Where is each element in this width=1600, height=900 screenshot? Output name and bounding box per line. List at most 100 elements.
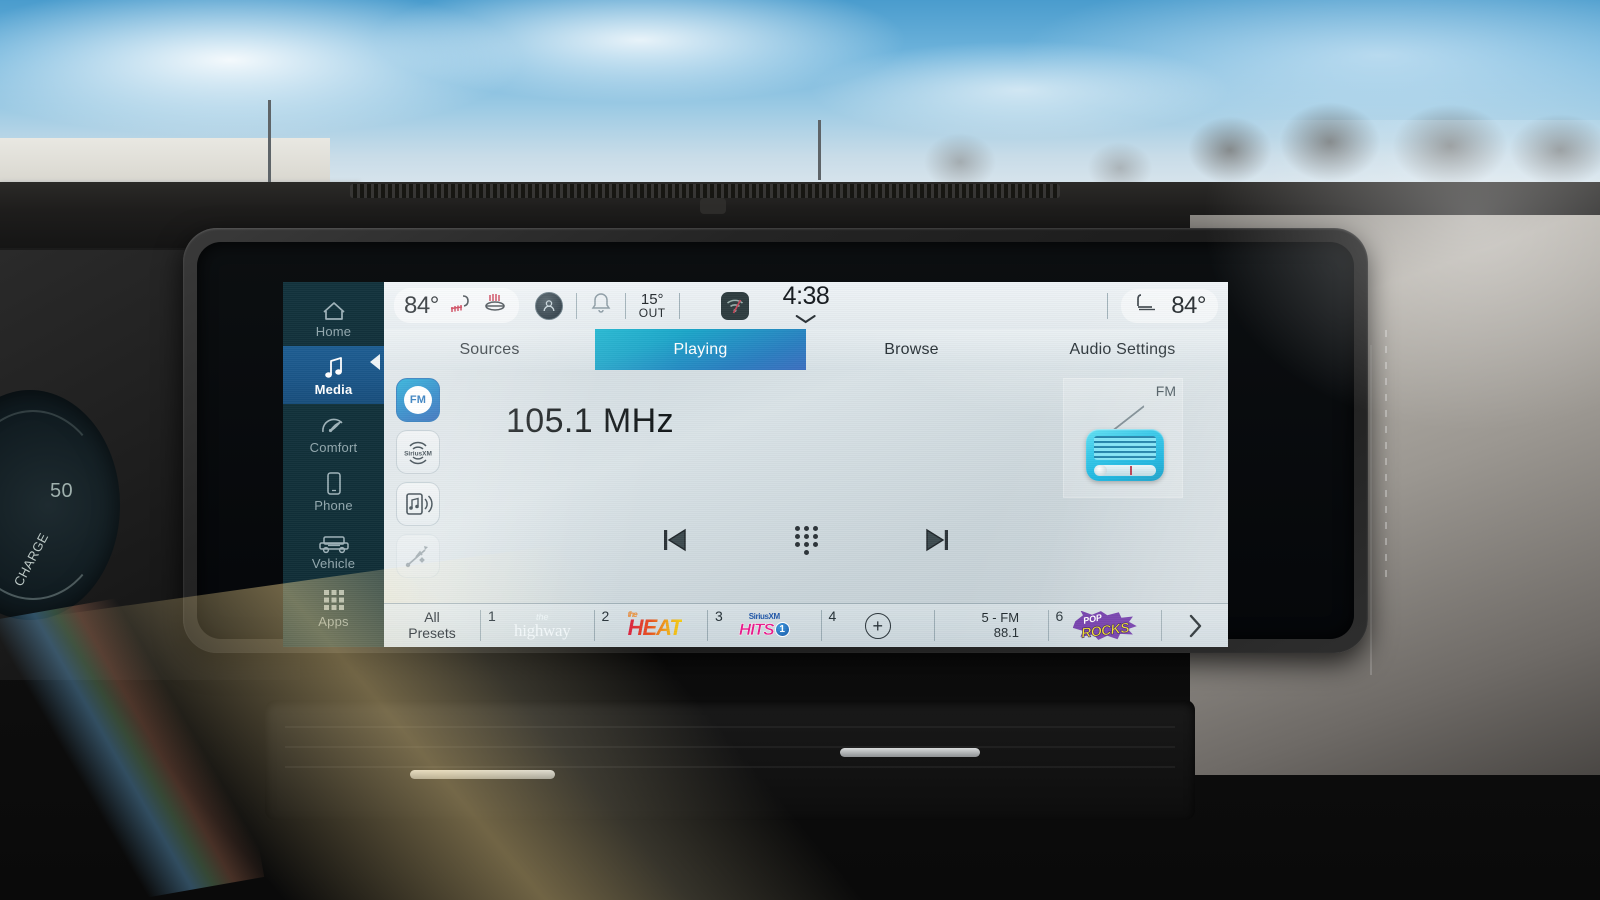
sidebar-item-vehicle[interactable]: Vehicle: [283, 520, 384, 578]
preset-4-empty[interactable]: 4 +: [822, 604, 935, 647]
tab-audio-settings[interactable]: Audio Settings: [1017, 329, 1228, 370]
light-pole: [818, 120, 821, 180]
defroster-center: [700, 198, 726, 214]
sidebar-item-apps[interactable]: Apps: [283, 578, 384, 636]
light-pole: [268, 100, 271, 185]
passenger-climate-area: 84°: [1094, 288, 1218, 323]
presets-next-page-button[interactable]: [1162, 604, 1228, 647]
outside-temperature: 15° OUT: [638, 290, 666, 321]
all-presets-line1: All: [424, 609, 440, 626]
transport-controls[interactable]: [384, 520, 1228, 560]
apps-grid-icon: [321, 586, 347, 612]
chevron-right-icon: [1189, 614, 1202, 637]
clock[interactable]: 4:38: [783, 282, 830, 329]
sidebar-item-label: Comfort: [309, 439, 358, 455]
svg-text:SiriusXM: SiriusXM: [404, 451, 432, 458]
heated-steering-wheel-icon[interactable]: [449, 291, 473, 320]
preset-logo-main: HITS: [738, 620, 775, 639]
defroster-vent: [350, 184, 1060, 198]
preset-number: 4: [828, 608, 837, 624]
chevron-down-icon: [795, 315, 816, 324]
station-artwork: FM: [1063, 365, 1183, 498]
music-note-icon: [321, 354, 347, 380]
seat-icon[interactable]: [1133, 292, 1159, 319]
status-divider: [575, 292, 577, 319]
cabin-temp-right: 84°: [1171, 291, 1206, 319]
vent-handle-right: [840, 748, 980, 757]
clock-time: 4:38: [782, 282, 830, 310]
preset-number: 2: [601, 608, 610, 624]
sidebar-item-label: Vehicle: [311, 555, 356, 571]
notification-bell-icon[interactable]: [590, 291, 612, 320]
band-label: FM: [1155, 383, 1176, 399]
preset-fm-text: 5 - FM 88.1: [981, 609, 1020, 641]
preset-3[interactable]: 3 SiriusXM HITS 1: [708, 604, 821, 647]
tab-playing[interactable]: Playing: [595, 329, 806, 370]
radio-knob: [1095, 465, 1107, 476]
preset-fm-line1: 5 - FM: [981, 609, 1020, 625]
tab-sources[interactable]: Sources: [384, 329, 595, 370]
outside-temp-value: 15°: [640, 290, 664, 308]
skip-next-icon[interactable]: [916, 520, 960, 560]
sidebar-item-media[interactable]: Media: [283, 346, 384, 404]
outside-temp-label: OUT: [638, 306, 666, 321]
status-divider: [1107, 292, 1109, 319]
add-preset-icon[interactable]: +: [864, 612, 891, 639]
all-presets-button[interactable]: All Presets: [384, 604, 480, 647]
vent-handle-left: [410, 770, 555, 779]
main-sidebar[interactable]: Home Media Comfort Phone Vehicle Apps: [283, 282, 384, 647]
radio-needle: [1130, 466, 1132, 475]
sidebar-item-label: Apps: [318, 613, 349, 629]
sidebar-item-label: Media: [314, 381, 353, 397]
home-icon: [321, 296, 347, 322]
all-presets-line2: Presets: [408, 624, 456, 641]
direct-tune-keypad-icon[interactable]: [784, 520, 828, 560]
preset-logo-rocks: POP ROCKS: [1072, 610, 1137, 641]
cluster-mid-value: 50: [50, 480, 74, 502]
preset-logo-main: HEAT: [627, 615, 682, 640]
passenger-climate-pill[interactable]: 84°: [1121, 288, 1218, 323]
source-fm-button[interactable]: FM: [396, 378, 440, 422]
active-caret-icon: [370, 354, 380, 370]
sidebar-item-label: Home: [315, 323, 352, 339]
wifi-off-icon[interactable]: [720, 291, 749, 320]
sidebar-item-home[interactable]: Home: [283, 288, 384, 346]
sidebar-item-label: Phone: [314, 497, 353, 513]
preset-1[interactable]: 1 the highway: [481, 604, 594, 647]
preset-5[interactable]: 5 5 - FM 88.1: [935, 604, 1048, 647]
media-panel: 84° 15° OUT 4:38 84° Sources Playing Bro…: [384, 282, 1228, 647]
heated-seat-icon[interactable]: [483, 291, 507, 320]
media-tabbar[interactable]: Sources Playing Browse Audio Settings: [384, 329, 1228, 370]
status-divider: [678, 292, 680, 319]
driver-profile-icon[interactable]: [534, 291, 563, 320]
phone-icon: [325, 470, 343, 496]
driver-climate-pill[interactable]: 84°: [394, 288, 519, 323]
device-audio-icon: [406, 493, 433, 515]
radio-grille: [1094, 436, 1156, 460]
cabin-temp-left: 84°: [404, 291, 439, 319]
tab-browse[interactable]: Browse: [806, 329, 1017, 370]
sidebar-item-comfort[interactable]: Comfort: [283, 404, 384, 462]
truck-icon: [318, 528, 350, 554]
infotainment-screen[interactable]: Home Media Comfort Phone Vehicle Apps 84…: [283, 282, 1228, 647]
dashboard-stitching: [1385, 330, 1387, 580]
lower-vents: [265, 700, 1195, 820]
preset-6[interactable]: 6 POP ROCKS: [1049, 604, 1162, 647]
preset-2[interactable]: 2 the HEAT: [595, 604, 708, 647]
sidebar-item-phone[interactable]: Phone: [283, 462, 384, 520]
now-playing-content: FM SiriusXM 105.1 MHz FM: [384, 365, 1228, 603]
status-bar: 84° 15° OUT 4:38 84°: [384, 282, 1228, 329]
preset-number: 3: [715, 608, 723, 624]
skip-previous-icon[interactable]: [652, 520, 696, 560]
status-divider: [624, 292, 626, 319]
preset-logo-heat: the HEAT: [628, 610, 682, 641]
comfort-fan-icon: [320, 412, 347, 438]
source-siriusxm-button[interactable]: SiriusXM: [396, 430, 440, 474]
preset-number: 1: [488, 608, 496, 624]
preset-fm-line2: 88.1: [993, 624, 1020, 640]
preset-number: 6: [1055, 608, 1064, 624]
radio-icon: [1086, 429, 1164, 481]
photo-scene: %PWR 100 50 CHARGE Home: [0, 0, 1600, 900]
preset-logo-highway: the highway: [514, 612, 571, 639]
presets-bar[interactable]: All Presets 1 the highway 2 the HEAT 3 S…: [384, 603, 1228, 647]
